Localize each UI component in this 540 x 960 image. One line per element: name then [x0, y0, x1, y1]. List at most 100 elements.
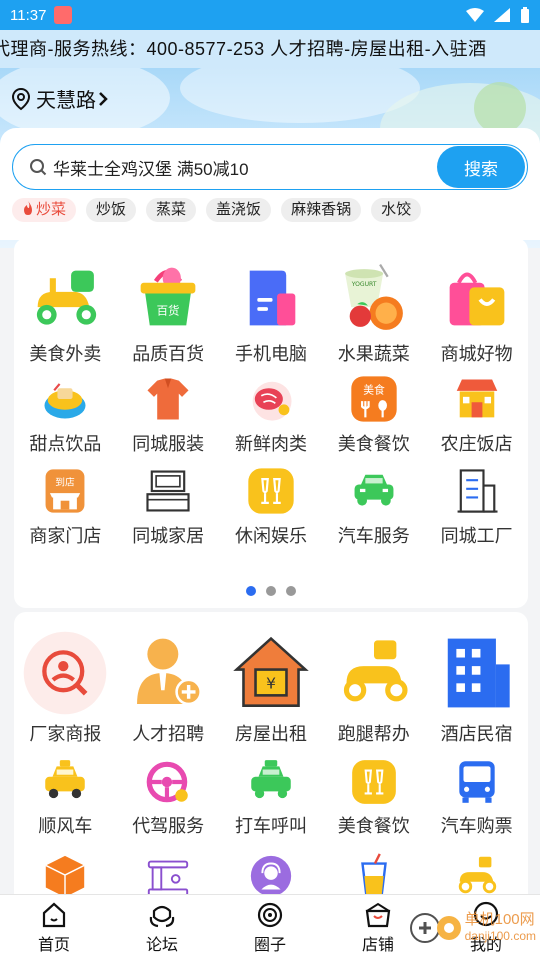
- svg-text:¥: ¥: [266, 674, 276, 692]
- search-icon: [30, 159, 47, 176]
- category-item[interactable]: 百货 品质百货: [117, 260, 220, 366]
- tab-label: 首页: [37, 936, 70, 954]
- building-icon: [450, 464, 504, 518]
- scooter-icon: [27, 260, 103, 336]
- category-item[interactable]: 同城服装: [117, 372, 220, 456]
- svg-text:到店: 到店: [56, 476, 76, 489]
- tag-label: 盖浇饭: [216, 201, 262, 218]
- box-icon: [41, 852, 89, 900]
- flame-icon: [24, 201, 32, 215]
- forum-icon: [149, 905, 175, 927]
- tab-forum[interactable]: 论坛: [108, 895, 216, 960]
- store-icon: 到店: [38, 464, 92, 518]
- page-dot-active[interactable]: [246, 586, 256, 596]
- category-item[interactable]: 代驾服务: [117, 756, 220, 838]
- car-icon: [347, 464, 401, 518]
- category-label: 厂家商报: [29, 724, 102, 744]
- circle-icon: [257, 902, 283, 927]
- drink-icon: [350, 852, 398, 900]
- category-label: 同城家居: [132, 526, 205, 546]
- shopping-basket-icon: 百货: [130, 260, 206, 336]
- category-item[interactable]: 新鲜肉类: [220, 372, 323, 456]
- category-item[interactable]: 美食外卖: [14, 260, 117, 366]
- category-item[interactable]: 到店 商家门店: [14, 464, 117, 548]
- watermark-line1: 单机100网: [464, 911, 535, 928]
- category-item[interactable]: ¥ 房屋出租: [220, 630, 323, 746]
- category-label: 商家门店: [29, 526, 102, 546]
- wifi-icon: [466, 8, 484, 22]
- category-item[interactable]: 跑腿帮办: [322, 630, 425, 746]
- category-label: 跑腿帮办: [337, 724, 410, 744]
- category-item[interactable]: 打车呼叫: [220, 756, 323, 838]
- search-tag[interactable]: 炒饭: [86, 198, 137, 222]
- category-item[interactable]: YOGURT 水果蔬菜: [322, 260, 425, 366]
- category-label: 人才招聘: [132, 724, 205, 744]
- announcement-marquee[interactable]: 代理商-服务热线：400-8577-253 人才招聘-房屋出租-入驻酒: [0, 30, 540, 68]
- search-input[interactable]: [53, 157, 437, 177]
- shirt-icon: [141, 372, 195, 426]
- category-item[interactable]: 厂家商报: [14, 630, 117, 746]
- category-item[interactable]: 汽车购票: [425, 756, 528, 838]
- category-label: 商城好物: [440, 344, 513, 364]
- page-indicator: [14, 586, 528, 596]
- search-button[interactable]: 搜索: [437, 146, 525, 188]
- category-item[interactable]: 甜点饮品: [14, 372, 117, 456]
- category-label: 甜点饮品: [29, 434, 102, 454]
- steering-wheel-icon: [142, 756, 194, 808]
- errand-icon: [331, 630, 417, 716]
- factory-news-icon: [22, 630, 108, 716]
- support-icon: [247, 852, 295, 900]
- category-row: 到店 商家门店 同城家居 休闲娱乐 汽车服务 同城工厂: [14, 456, 528, 548]
- sewing-icon: [144, 852, 192, 900]
- page-dot[interactable]: [266, 586, 276, 596]
- fruit-icon: YOGURT: [336, 260, 412, 336]
- tab-home[interactable]: 首页: [0, 895, 108, 960]
- tag-label: 蒸菜: [156, 201, 187, 218]
- search-tag[interactable]: 蒸菜: [146, 198, 197, 222]
- svg-text:美食: 美食: [363, 383, 385, 397]
- category-item[interactable]: 人才招聘: [117, 630, 220, 746]
- category-card-services: 厂家商报 人才招聘 ¥ 房屋出租 跑腿帮办 酒店民宿顺风车 代驾服务 打车呼叫 美食餐饮 汽车购票: [14, 612, 528, 912]
- category-item[interactable]: 农庄饭店: [425, 372, 528, 456]
- location-pin-icon: [11, 87, 31, 110]
- search-tag[interactable]: 麻辣香锅: [281, 198, 362, 222]
- shopping-bag-icon: [439, 260, 515, 336]
- category-item[interactable]: 美食 美食餐饮: [322, 372, 425, 456]
- category-card-primary: 美食外卖 百货 品质百货 手机电脑 YOGURT 水果蔬菜 商城好物 甜点饮品 同城服装 新鲜肉类…: [14, 238, 528, 608]
- category-item[interactable]: 顺风车: [14, 756, 117, 838]
- dining-icon: 美食: [347, 372, 401, 426]
- search-bar: 搜索: [12, 144, 528, 190]
- category-label: 打车呼叫: [234, 816, 307, 836]
- category-item[interactable]: 手机电脑: [220, 260, 323, 366]
- category-item[interactable]: 同城工厂: [425, 464, 528, 548]
- status-icons: [466, 7, 530, 23]
- category-label: 汽车服务: [337, 526, 410, 546]
- hot-tag[interactable]: 炒菜: [12, 198, 77, 222]
- category-item[interactable]: 休闲娱乐: [220, 464, 323, 548]
- category-row: 甜点饮品 同城服装 新鲜肉类 美食 美食餐饮 农庄饭店: [14, 366, 528, 456]
- hotel-icon: [434, 630, 520, 716]
- taxi-icon: [39, 756, 91, 808]
- location-selector[interactable]: 天慧路: [10, 84, 114, 113]
- search-tag[interactable]: 水饺: [371, 198, 422, 222]
- category-item[interactable]: 汽车服务: [322, 464, 425, 548]
- category-item[interactable]: 商城好物: [425, 260, 528, 366]
- delivery-icon: [453, 852, 501, 900]
- tag-label: 水饺: [381, 201, 412, 218]
- status-time: 11:37: [10, 6, 47, 24]
- hot-tags: 炒菜 炒饭 蒸菜 盖浇饭 麻辣香锅 水饺: [12, 198, 422, 222]
- category-label: 新鲜肉类: [234, 434, 307, 454]
- category-label: 休闲娱乐: [234, 526, 307, 546]
- category-label: 代驾服务: [132, 816, 205, 836]
- tab-label: 店铺: [361, 936, 394, 954]
- search-tag[interactable]: 盖浇饭: [206, 198, 272, 222]
- shop-icon: [365, 902, 391, 927]
- category-label: 品质百货: [132, 344, 205, 364]
- category-item[interactable]: 同城家居: [117, 464, 220, 548]
- tab-circle[interactable]: 圈子: [216, 895, 324, 960]
- category-label: 汽车购票: [440, 816, 513, 836]
- page-dot[interactable]: [286, 586, 296, 596]
- category-item[interactable]: 美食餐饮: [322, 756, 425, 838]
- category-item[interactable]: 酒店民宿: [425, 630, 528, 746]
- search-panel: 搜索 炒菜 炒饭 蒸菜 盖浇饭 麻辣香锅 水饺: [0, 128, 540, 240]
